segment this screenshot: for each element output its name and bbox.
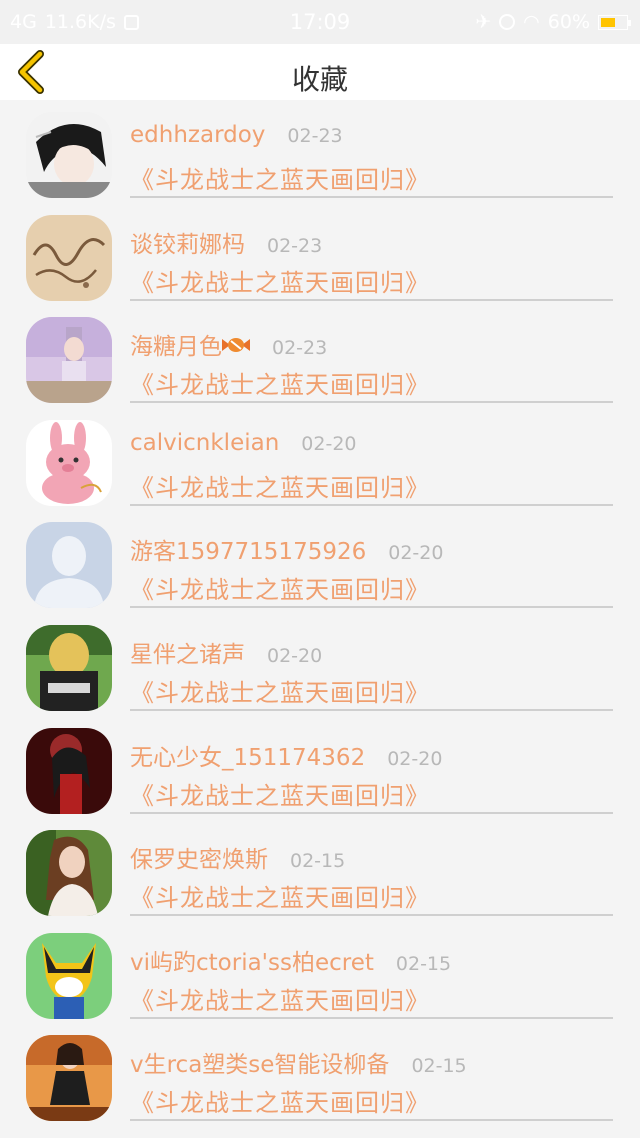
wifi-icon: ◠ [523, 11, 540, 33]
list-item[interactable]: 游客1597715175926 02-20 《斗龙战士之蓝天画回归》 [0, 510, 640, 613]
avatar[interactable] [26, 317, 112, 404]
pastel-girl-avatar [26, 317, 112, 404]
avatar[interactable] [26, 624, 112, 711]
divider [130, 298, 613, 301]
username[interactable]: 游客1597715175926 [130, 532, 366, 566]
item-header: v生rca塑类se智能设柳备 02-15 [130, 1045, 467, 1079]
status-bar: 4G 11.6K/s 17:09 ✈ ◠ 60% [0, 0, 640, 44]
divider [130, 1119, 613, 1122]
list-item[interactable]: calvicnkleian 02-20 《斗龙战士之蓝天画回归》 [0, 408, 640, 511]
book-title[interactable]: 《斗龙战士之蓝天画回归》 [130, 673, 430, 708]
fashion-tour-avatar [26, 624, 112, 711]
date: 02-23 [287, 125, 343, 147]
woman-portrait-avatar [26, 830, 112, 917]
status-right: ✈ ◠ 60% [475, 11, 631, 33]
username[interactable]: 星伴之诸声 [130, 635, 245, 669]
autumn-girl-avatar [26, 1035, 112, 1122]
username[interactable]: 海糖月色 [130, 327, 222, 361]
default-user-avatar [26, 522, 112, 609]
sand-writing-avatar [26, 214, 112, 301]
book-title[interactable]: 《斗龙战士之蓝天画回归》 [130, 365, 430, 400]
date: 02-23 [272, 337, 328, 360]
book-title[interactable]: 《斗龙战士之蓝天画回归》 [130, 468, 430, 503]
date: 02-20 [387, 747, 443, 770]
dark-warrior-avatar [26, 727, 112, 814]
list-item[interactable]: 保罗史密焕斯 02-15 《斗龙战士之蓝天画回归》 [0, 818, 640, 921]
avatar[interactable] [26, 830, 112, 917]
avatar[interactable] [26, 214, 112, 301]
avatar[interactable] [26, 932, 112, 1019]
divider [130, 606, 613, 609]
avatar[interactable] [26, 1035, 112, 1122]
battery-icon [598, 14, 631, 30]
divider [130, 196, 613, 198]
book-title[interactable]: 《斗龙战士之蓝天画回归》 [130, 1083, 430, 1118]
username[interactable]: 保罗史密焕斯 [130, 840, 268, 874]
list-item[interactable]: 海糖月色 02-23 《斗龙战士之蓝天画回归》 [0, 305, 640, 408]
item-header: vi屿趵ctoria'ss柏ecret 02-15 [130, 943, 451, 977]
divider [130, 914, 613, 917]
username[interactable]: calvicnkleian [130, 430, 279, 456]
nav-bar: 收藏 [0, 44, 640, 100]
app-screen: 4G 11.6K/s 17:09 ✈ ◠ 60% 收藏 edhhzardoy 02… [0, 0, 640, 1138]
divider [130, 401, 613, 404]
avatar[interactable] [26, 522, 112, 609]
list-item[interactable]: edhhzardoy 02-23 《斗龙战士之蓝天画回归》 [0, 100, 640, 203]
book-title[interactable]: 《斗龙战士之蓝天画回归》 [130, 878, 430, 913]
item-header: calvicnkleian 02-20 [130, 430, 357, 456]
item-header: 海糖月色 02-23 [130, 327, 327, 361]
username[interactable]: edhhzardoy [130, 122, 265, 148]
item-header: 星伴之诸声 02-20 [130, 635, 322, 669]
mute-icon: ✈ [475, 11, 492, 33]
book-title[interactable]: 《斗龙战士之蓝天画回归》 [130, 570, 430, 605]
item-header: edhhzardoy 02-23 [130, 122, 343, 148]
item-header: 无心少女_151174362 02-20 [130, 738, 442, 772]
date: 02-15 [411, 1055, 467, 1078]
divider [130, 708, 613, 711]
item-header: 谈铰莉娜杩 02-23 [130, 225, 322, 259]
battery-fill [601, 17, 615, 27]
date: 02-15 [290, 850, 346, 873]
divider [130, 503, 613, 506]
wolverine-cartoon-avatar [26, 932, 112, 1019]
pink-bunny-avatar [26, 419, 112, 506]
page-title: 收藏 [291, 63, 348, 96]
battery-cap [628, 19, 631, 26]
book-title[interactable]: 《斗龙战士之蓝天画回归》 [130, 981, 430, 1016]
list-item[interactable]: vi屿趵ctoria'ss柏ecret 02-15 《斗龙战士之蓝天画回归》 [0, 921, 640, 1024]
date: 02-23 [267, 234, 323, 257]
candy-icon [222, 338, 250, 353]
avatar[interactable] [26, 112, 112, 198]
battery-percent: 60% [547, 11, 590, 33]
username[interactable]: 无心少女_151174362 [130, 738, 365, 772]
divider [130, 811, 613, 814]
anime-boy-avatar [26, 112, 112, 198]
date: 02-20 [388, 542, 444, 565]
list-item[interactable]: 谈铰莉娜杩 02-23 《斗龙战士之蓝天画回归》 [0, 203, 640, 306]
list-item[interactable]: 星伴之诸声 02-20 《斗龙战士之蓝天画回归》 [0, 613, 640, 716]
date: 02-15 [395, 952, 452, 975]
username[interactable]: vi屿趵ctoria'ss柏ecret [130, 943, 374, 977]
date: 02-20 [267, 644, 323, 667]
username[interactable]: 谈铰莉娜杩 [130, 225, 245, 259]
username[interactable]: v生rca塑类se智能设柳备 [130, 1045, 389, 1079]
item-header: 游客1597715175926 02-20 [130, 532, 443, 566]
list-item[interactable]: 无心少女_151174362 02-20 《斗龙战士之蓝天画回归》 [0, 716, 640, 819]
book-title[interactable]: 《斗龙战士之蓝天画回归》 [130, 263, 430, 298]
favorites-list: edhhzardoy 02-23 《斗龙战士之蓝天画回归》 谈铰莉娜杩 02-23 《斗龙… [0, 100, 640, 1126]
item-header: 保罗史密焕斯 02-15 [130, 840, 345, 874]
avatar[interactable] [26, 727, 112, 814]
book-title[interactable]: 《斗龙战士之蓝天画回归》 [130, 160, 430, 195]
date: 02-20 [301, 432, 357, 455]
alarm-icon [499, 14, 516, 30]
list-item[interactable]: v生rca塑类se智能设柳备 02-15 《斗龙战士之蓝天画回归》 [0, 1023, 640, 1126]
book-title[interactable]: 《斗龙战士之蓝天画回归》 [130, 776, 430, 811]
divider [130, 1016, 613, 1019]
avatar[interactable] [26, 419, 112, 506]
